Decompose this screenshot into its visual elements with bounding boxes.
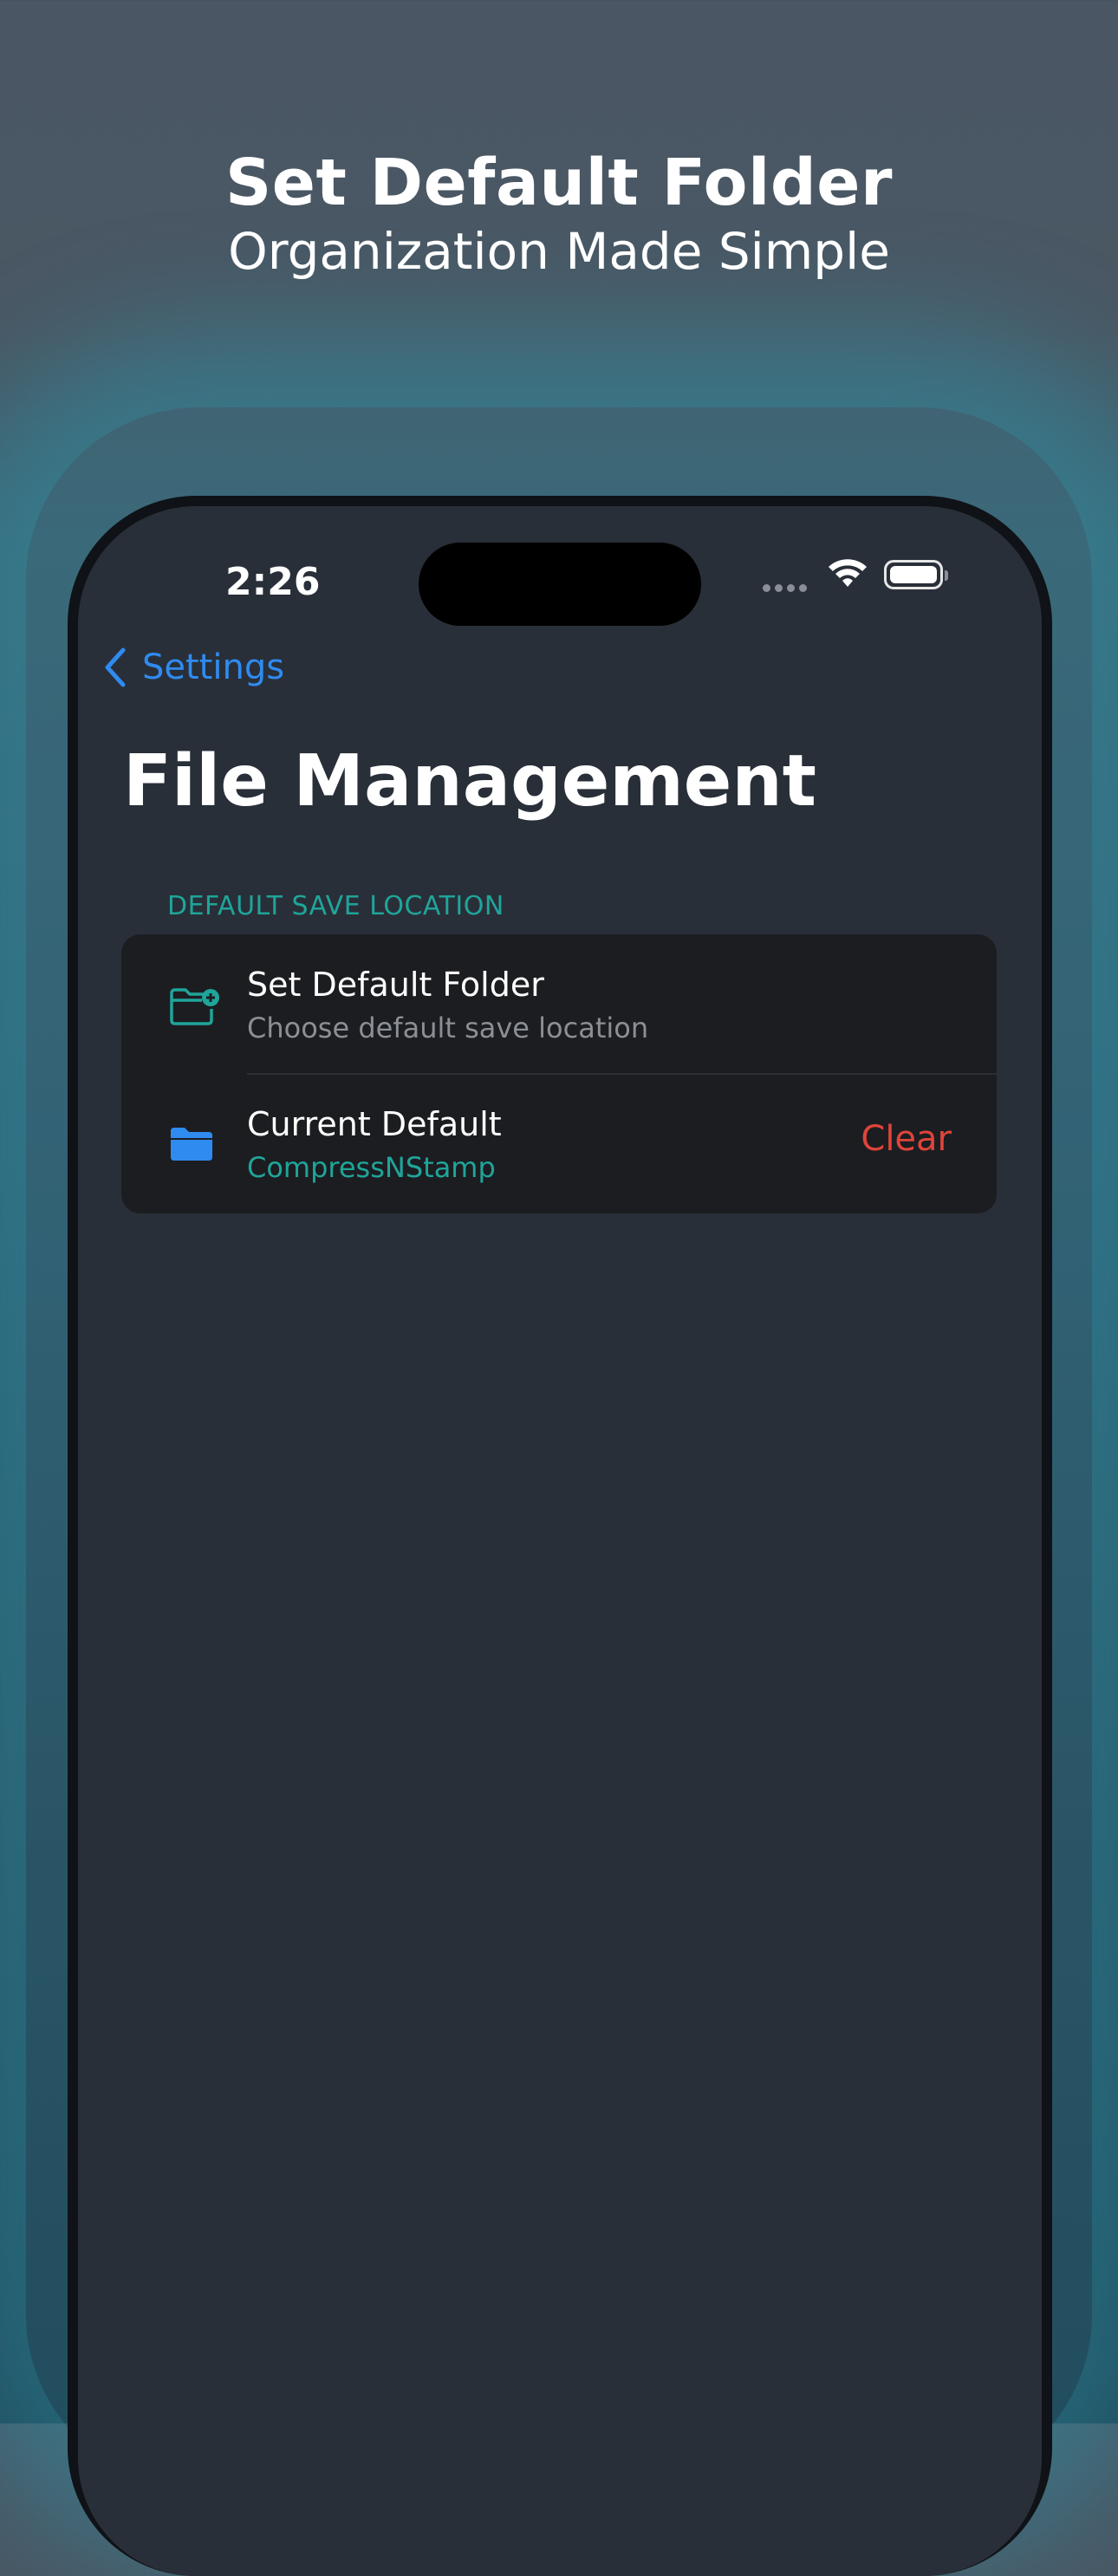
chevron-left-icon xyxy=(105,647,126,687)
wifi-icon xyxy=(829,559,867,587)
back-button-label: Settings xyxy=(142,647,285,687)
dynamic-island xyxy=(419,543,701,626)
clear-button[interactable]: Clear xyxy=(861,1119,952,1159)
current-folder-name: CompressNStamp xyxy=(247,1151,496,1184)
marketing-subheadline: Organization Made Simple xyxy=(228,222,890,281)
battery-icon xyxy=(884,560,948,589)
page-title: File Management xyxy=(123,740,816,823)
back-button[interactable]: Settings xyxy=(104,647,284,688)
folder-badge-plus-icon xyxy=(170,988,219,1025)
row-title: Set Default Folder xyxy=(247,966,544,1004)
marketing-headline: Set Default Folder xyxy=(225,146,893,220)
settings-group: Set Default Folder Choose default save l… xyxy=(121,934,997,1213)
cellular-signal-icon xyxy=(763,581,811,596)
current-default-row: Current Default CompressNStamp Clear xyxy=(121,1074,997,1213)
row-title: Current Default xyxy=(247,1105,502,1143)
phone-frame: 2:26 Settings File Management DEFAULT SA… xyxy=(68,496,1052,2576)
row-subtitle: Choose default save location xyxy=(247,1012,649,1044)
status-time: 2:26 xyxy=(225,560,321,604)
folder-fill-icon xyxy=(171,1128,212,1161)
phone-screen: 2:26 Settings File Management DEFAULT SA… xyxy=(78,506,1042,2576)
section-header: DEFAULT SAVE LOCATION xyxy=(167,891,504,921)
set-default-folder-row[interactable]: Set Default Folder Choose default save l… xyxy=(121,934,997,1075)
